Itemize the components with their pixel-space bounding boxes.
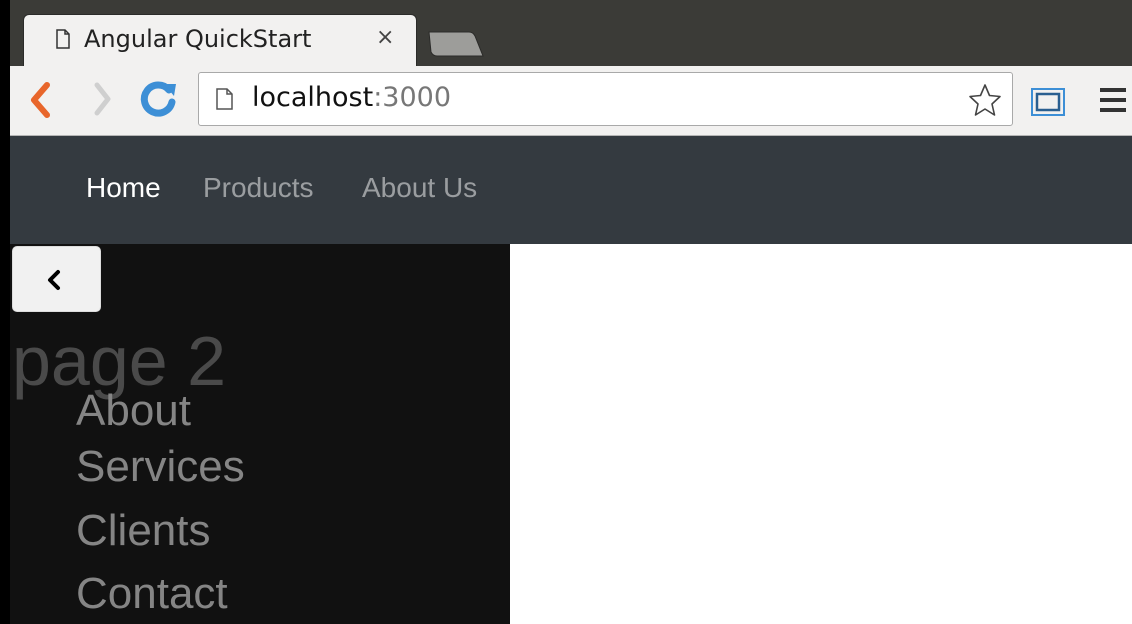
back-arrow-icon[interactable] bbox=[28, 82, 52, 118]
new-tab-button[interactable] bbox=[425, 30, 485, 58]
sidebar-collapse-button[interactable] bbox=[12, 246, 101, 312]
bookmark-star-icon[interactable] bbox=[968, 83, 1002, 117]
window-edge bbox=[0, 0, 10, 624]
nav-link-about-us[interactable]: About Us bbox=[362, 172, 477, 204]
nav-link-products[interactable]: Products bbox=[203, 172, 314, 204]
page-icon bbox=[216, 88, 233, 110]
nav-link-home[interactable]: Home bbox=[86, 172, 161, 204]
chevron-left-icon bbox=[48, 270, 60, 290]
fullscreen-icon[interactable] bbox=[1030, 87, 1066, 117]
sidebar-link-contact[interactable]: Contact bbox=[76, 566, 228, 622]
screenshot-frame: Angular QuickStart × localhost:3000 Home… bbox=[0, 0, 1132, 624]
sidebar-link-about[interactable]: About bbox=[76, 383, 191, 439]
top-navbar bbox=[10, 136, 1132, 244]
tab-close-icon[interactable]: × bbox=[376, 27, 394, 49]
reload-icon[interactable] bbox=[136, 78, 180, 122]
url-host: localhost bbox=[252, 82, 374, 113]
url-text[interactable]: localhost:3000 bbox=[252, 82, 451, 113]
tab-title: Angular QuickStart bbox=[84, 25, 312, 53]
sidebar-link-services[interactable]: Services bbox=[76, 439, 245, 495]
document-icon bbox=[56, 29, 70, 49]
sidebar-link-clients[interactable]: Clients bbox=[76, 503, 211, 559]
browser-tab[interactable]: Angular QuickStart × bbox=[23, 14, 417, 67]
menu-icon[interactable] bbox=[1098, 86, 1128, 114]
forward-arrow-icon[interactable] bbox=[92, 82, 112, 116]
url-port: :3000 bbox=[373, 82, 452, 113]
